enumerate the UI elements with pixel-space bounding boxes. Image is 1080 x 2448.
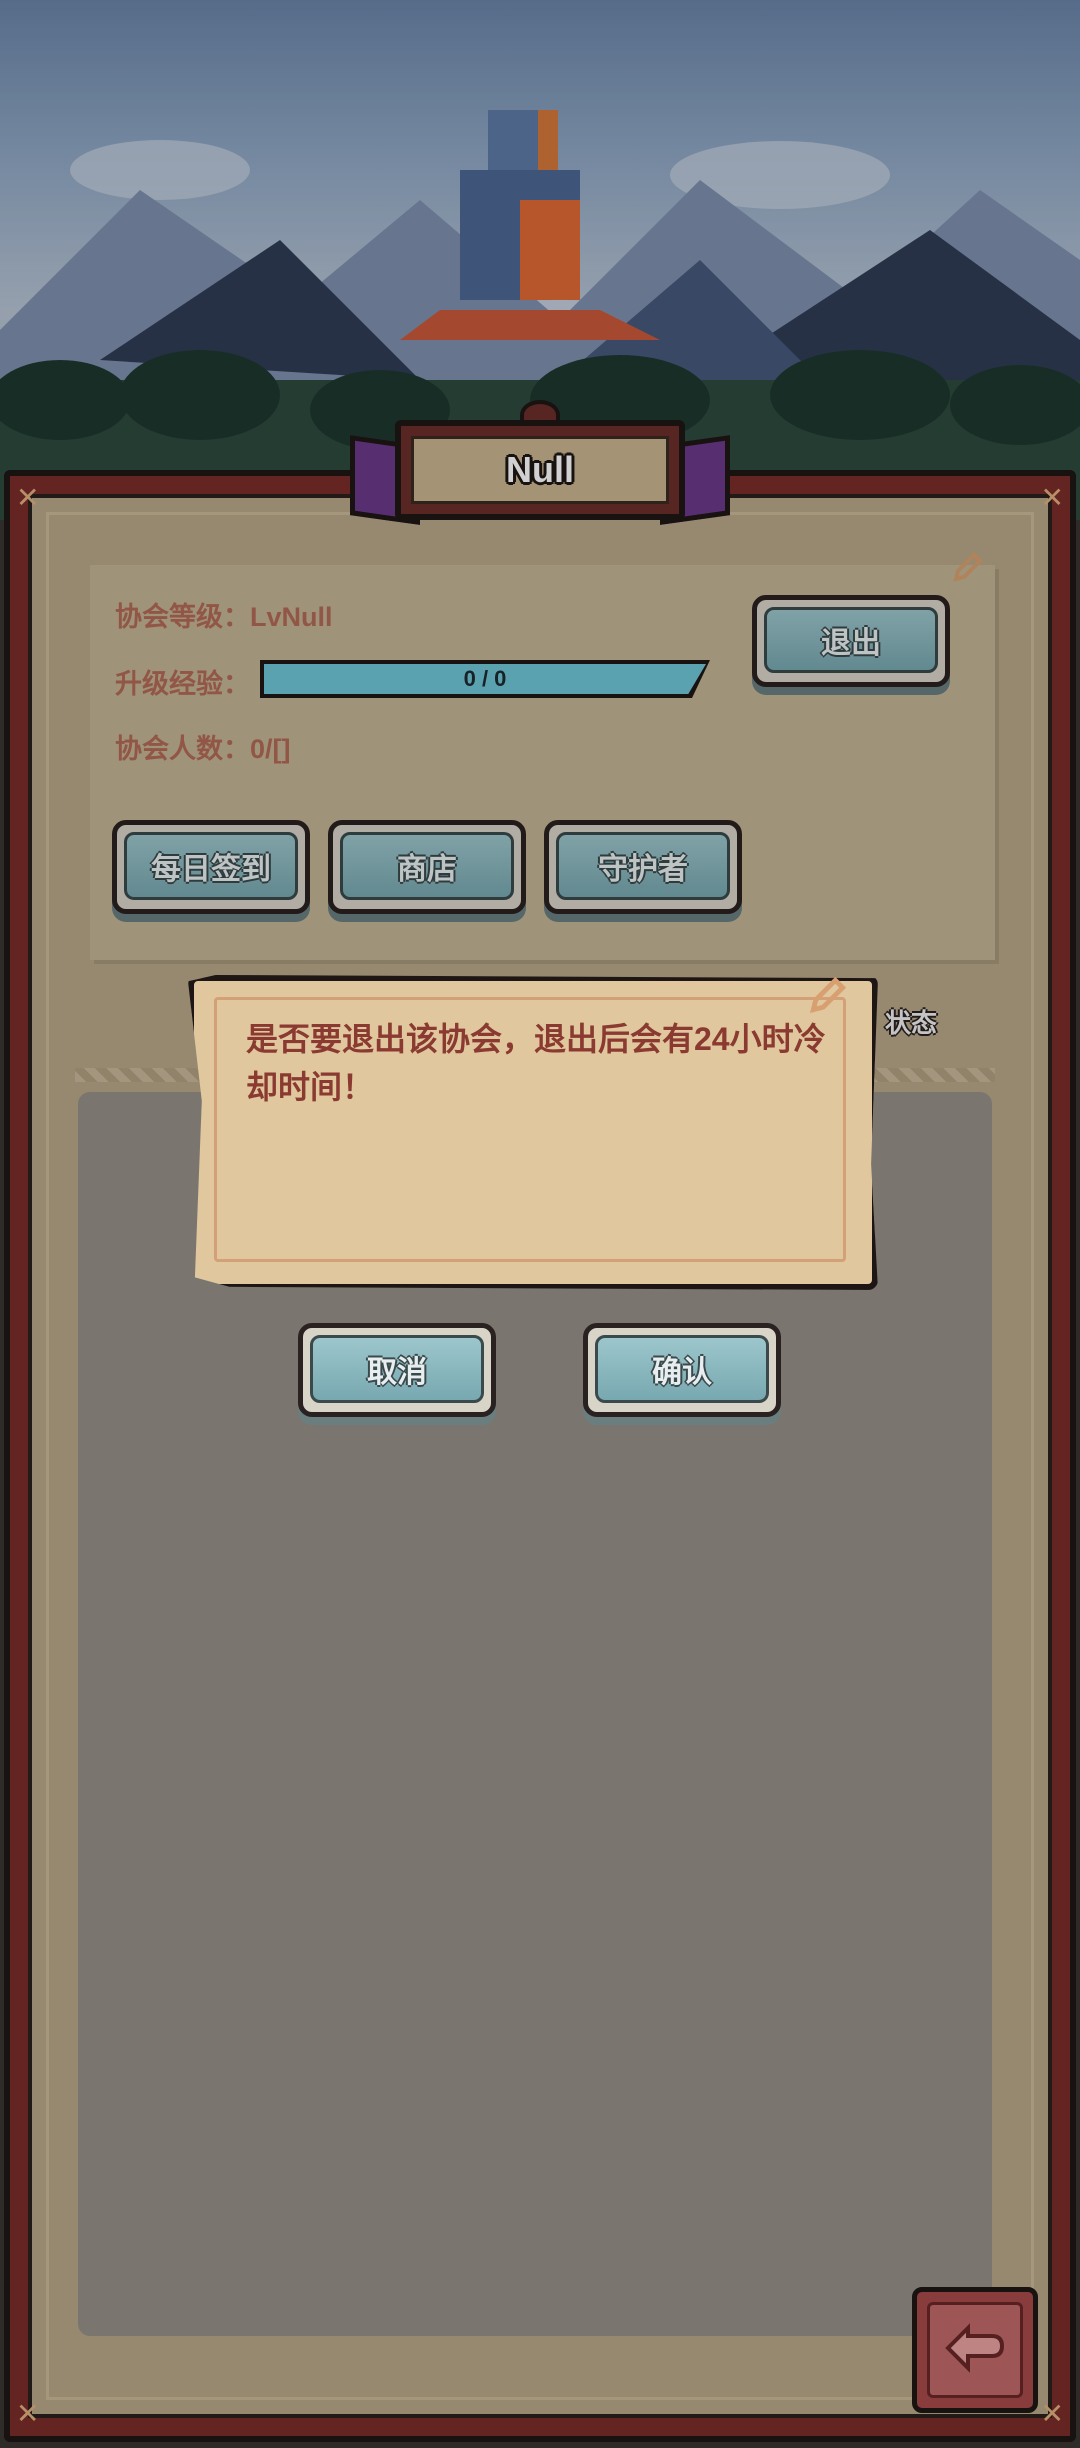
pencil-icon bbox=[809, 976, 847, 1014]
dialog-message: 是否要退出该协会，退出后会有24小时冷却时间！ bbox=[246, 1021, 826, 1105]
quit-confirm-dialog: 是否要退出该协会，退出后会有24小时冷却时间！ bbox=[188, 975, 878, 1290]
cancel-button-label: 取消 bbox=[367, 1356, 427, 1389]
confirm-button[interactable]: 确认 bbox=[583, 1323, 781, 1417]
cancel-button[interactable]: 取消 bbox=[298, 1323, 496, 1417]
confirm-button-label: 确认 bbox=[652, 1356, 712, 1389]
